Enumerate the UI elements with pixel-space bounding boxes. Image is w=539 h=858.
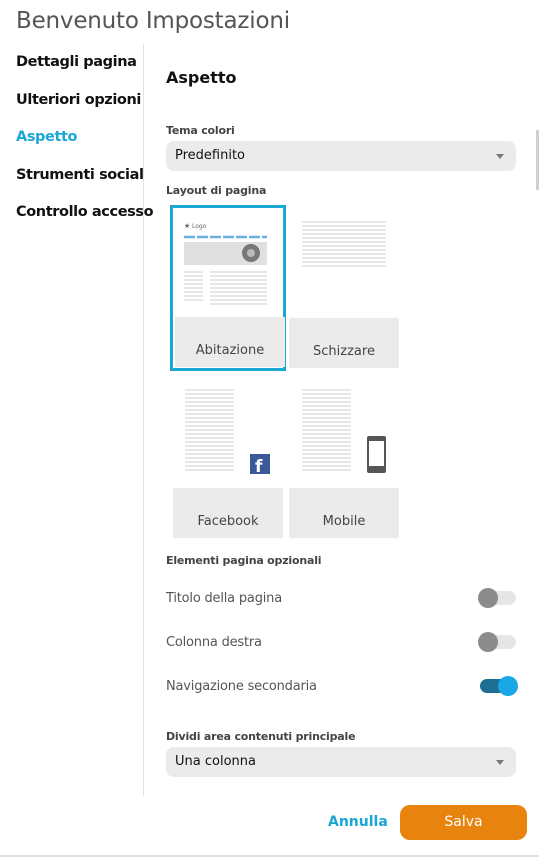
split-select-value: Una colonna	[175, 754, 256, 769]
svg-text:★: ★	[184, 222, 190, 230]
layout-option-label: Abitazione	[175, 317, 285, 367]
toggle-knob	[498, 676, 518, 696]
section-title: Aspetto	[166, 68, 237, 87]
optional-elements-label: Elementi pagina opzionali	[166, 554, 322, 567]
cancel-button[interactable]: Annulla	[328, 814, 388, 830]
right-column-toggle[interactable]	[478, 632, 516, 652]
toggle-knob	[478, 588, 498, 608]
facebook-layout-preview-icon: f	[185, 389, 270, 476]
page-title-toggle[interactable]	[478, 588, 516, 608]
chevron-down-icon	[496, 154, 504, 159]
toggle-knob	[478, 632, 498, 652]
toggle-row-right-column: Colonna destra	[166, 632, 516, 653]
theme-select-value: Predefinito	[175, 148, 246, 163]
sketch-layout-preview-icon	[302, 221, 386, 267]
toggle-row-secondary-nav: Navigazione secondaria	[166, 676, 518, 697]
toggle-label: Colonna destra	[166, 635, 262, 650]
layout-option-schizzare[interactable]: Schizzare	[289, 208, 399, 368]
toggle-row-page-title: Titolo della pagina	[166, 588, 516, 609]
sidebar-item-more-options[interactable]: Ulteriori opzioni	[16, 92, 144, 130]
theme-label: Tema colori	[166, 124, 235, 137]
mobile-layout-preview-icon	[302, 389, 386, 473]
layout-option-label: Facebook	[173, 488, 283, 538]
layout-option-mobile[interactable]: Mobile	[289, 378, 399, 538]
chevron-down-icon	[496, 760, 504, 765]
dialog-title: Benvenuto Impostazioni	[16, 8, 290, 34]
sidebar-item-social-tools[interactable]: Strumenti social	[16, 167, 144, 205]
layout-option-abitazione[interactable]: ★ Logo Abitazione	[170, 205, 286, 371]
theme-select[interactable]: Predefinito	[166, 141, 516, 171]
toggle-label: Titolo della pagina	[166, 591, 282, 606]
split-content-label: Dividi area contenuti principale	[166, 730, 356, 743]
secondary-nav-toggle[interactable]	[480, 676, 518, 696]
sidebar-nav: Dettagli pagina Ulteriori opzioni Aspett…	[16, 54, 154, 242]
layout-logo-text: Logo	[192, 223, 207, 230]
footer-divider	[0, 855, 539, 857]
svg-text:f: f	[255, 457, 263, 476]
save-button[interactable]: Salva	[400, 805, 527, 840]
sidebar-item-page-details[interactable]: Dettagli pagina	[16, 54, 144, 92]
layout-label: Layout di pagina	[166, 184, 267, 197]
split-content-select[interactable]: Una colonna	[166, 747, 516, 777]
toggle-label: Navigazione secondaria	[166, 679, 317, 694]
layout-option-facebook[interactable]: f Facebook	[173, 378, 283, 538]
layout-option-label: Mobile	[289, 488, 399, 538]
sidebar-divider	[143, 44, 144, 796]
sidebar-item-appearance[interactable]: Aspetto	[16, 129, 144, 167]
sidebar-item-access-control[interactable]: Controllo accesso	[16, 204, 154, 242]
home-layout-preview-icon: ★ Logo	[184, 222, 267, 305]
layout-option-label: Schizzare	[289, 318, 399, 368]
